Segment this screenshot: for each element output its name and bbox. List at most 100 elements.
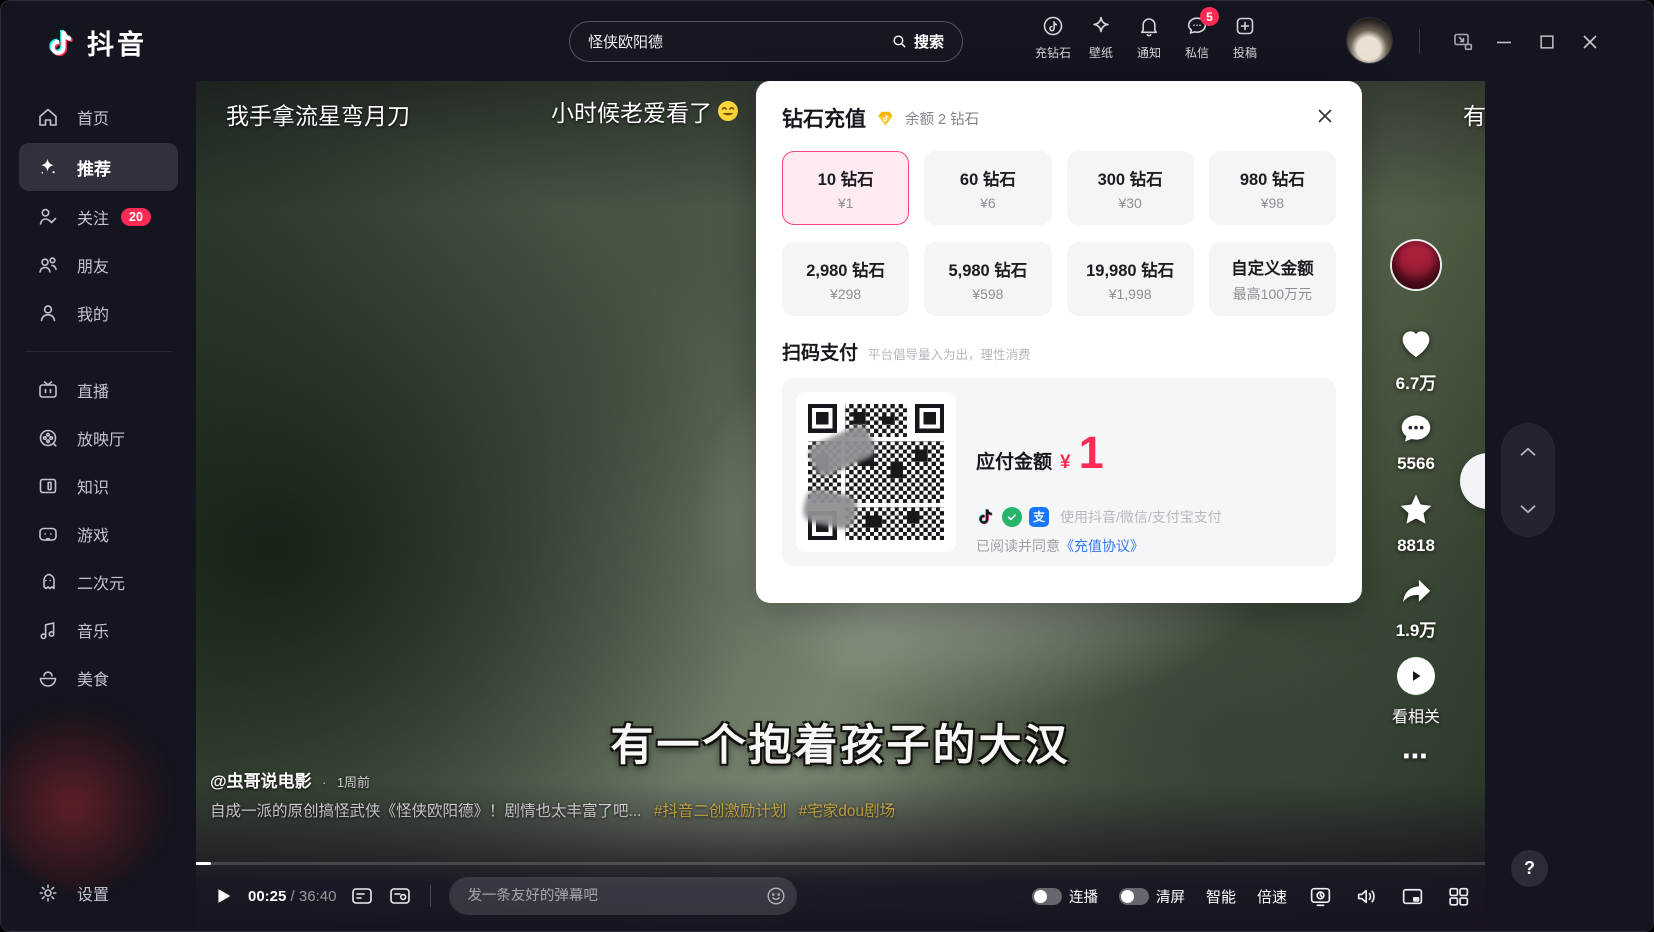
wechat-pay-icon — [1002, 507, 1022, 527]
autoplay-switch[interactable] — [1032, 888, 1062, 905]
close-modal-button[interactable] — [1312, 103, 1338, 129]
search-button[interactable]: 搜索 — [883, 22, 962, 61]
creator-avatar[interactable] — [1392, 241, 1440, 289]
diamond-recharge-modal: 钻石充值 余额 2 钻石 10 钻石 ¥1 60 钻石 ¥6 300 钻石 ¥3… — [756, 81, 1362, 603]
sidebar-item-profile[interactable]: 我的 — [1, 289, 196, 337]
logo-text: 抖音 — [87, 23, 147, 62]
sidebar-item-recommend[interactable]: 推荐 — [19, 143, 178, 191]
option-60-diamonds[interactable]: 60 钻石 ¥6 — [924, 151, 1051, 225]
douyin-logo[interactable]: 抖音 — [45, 23, 147, 62]
playback-speed-button[interactable]: 倍速 — [1257, 886, 1287, 907]
option-10-diamonds[interactable]: 10 钻石 ¥1 — [782, 151, 909, 225]
clear-screen-toggle[interactable]: 清屏 — [1119, 886, 1185, 907]
watch-related-button[interactable] — [1397, 657, 1435, 695]
like-button[interactable] — [1395, 323, 1437, 363]
plus-square-icon — [1233, 14, 1257, 38]
mini-window-button[interactable] — [1448, 27, 1478, 57]
timer-icon[interactable] — [1308, 884, 1333, 909]
wallpaper-button[interactable]: 壁纸 — [1077, 14, 1125, 61]
messages-button[interactable]: 私信 5 — [1173, 14, 1221, 61]
sidebar-item-games[interactable]: 游戏 — [1, 510, 196, 558]
danmaku-input-box[interactable] — [449, 877, 797, 915]
search-bar[interactable]: 搜索 — [569, 21, 963, 62]
video-subtitle: 有一个抱着孩子的大汉 — [196, 711, 1485, 773]
previous-video-button[interactable] — [1515, 439, 1541, 465]
scan-pay-title: 扫码支付 — [782, 338, 858, 365]
recharge-options: 10 钻石 ¥1 60 钻石 ¥6 300 钻石 ¥30 980 钻石 ¥98 … — [782, 151, 1336, 316]
danmaku-toggle-icon[interactable] — [350, 884, 374, 908]
user-icon — [35, 300, 61, 326]
recharge-agreement-link[interactable]: 《充值协议》 — [1060, 538, 1144, 554]
video-scroller — [1501, 423, 1555, 537]
option-300-diamonds[interactable]: 300 钻石 ¥30 — [1067, 151, 1194, 225]
help-button[interactable]: ? — [1511, 850, 1548, 887]
share-icon — [1395, 572, 1437, 610]
sidebar-item-live[interactable]: 直播 — [1, 366, 196, 414]
maximize-button[interactable] — [1532, 27, 1562, 57]
comment-button[interactable] — [1396, 410, 1436, 448]
option-custom-amount[interactable]: 自定义金额 最高100万元 — [1209, 242, 1336, 316]
notifications-button[interactable]: 通知 — [1125, 14, 1173, 61]
recharge-diamonds-button[interactable]: 充钻石 — [1029, 14, 1077, 61]
more-button[interactable]: ⋯ — [1402, 741, 1430, 772]
option-2980-diamonds[interactable]: 2,980 钻石 ¥298 — [782, 242, 909, 316]
payment-methods-text: 使用抖音/微信/支付宝支付 — [1060, 507, 1222, 527]
sidebar-item-food[interactable]: 美食 — [1, 654, 196, 702]
user-check-icon — [35, 204, 61, 230]
volume-icon[interactable] — [1354, 884, 1379, 909]
option-980-diamonds[interactable]: 980 钻石 ¥98 — [1209, 151, 1336, 225]
play-pause-button[interactable] — [212, 885, 234, 907]
scan-pay-notice: 平台倡导量入为出，理性消费 — [868, 344, 1031, 363]
next-video-button[interactable] — [1515, 496, 1541, 522]
emoji-icon[interactable] — [765, 885, 787, 907]
ghost-icon — [35, 569, 61, 595]
progress-bar[interactable] — [196, 862, 1485, 865]
sidebar-item-following[interactable]: 关注 20 — [1, 193, 196, 241]
gear-icon — [35, 880, 61, 906]
sidebar-item-home[interactable]: 首页 — [1, 93, 196, 141]
minimize-button[interactable] — [1489, 27, 1519, 57]
danmaku-comment: 有 — [1463, 97, 1485, 131]
upload-button[interactable]: 投稿 — [1221, 14, 1269, 61]
alipay-icon: 支 — [1029, 507, 1049, 527]
payment-panel: 应付金额 ¥ 1 支 使用抖音/微信/支付宝支付 — [782, 378, 1336, 566]
favorite-count: 8818 — [1397, 536, 1435, 556]
sidebar-item-anime[interactable]: 二次元 — [1, 558, 196, 606]
fullscreen-grid-icon[interactable] — [1446, 884, 1471, 909]
share-count: 1.9万 — [1396, 616, 1437, 641]
douyin-window: 我手拿流星弯月刀 小时候老爱看了 有 有一个抱着孩子的大汉 @虫哥说电影 · 1… — [0, 0, 1654, 932]
engagement-rail: 6.7万 5566 8818 1.9万 — [1378, 241, 1454, 772]
sidebar-decoration — [1, 701, 171, 891]
search-input[interactable] — [570, 33, 883, 50]
douyin-coin-icon — [1041, 14, 1065, 38]
scan-pay-header: 扫码支付 平台倡导量入为出，理性消费 — [782, 338, 1336, 365]
close-icon — [1315, 106, 1335, 126]
controls-divider — [430, 885, 431, 907]
laughing-emoji-icon — [716, 99, 740, 123]
music-note-icon — [35, 617, 61, 643]
search-icon — [891, 33, 908, 50]
favorite-button[interactable] — [1395, 490, 1437, 530]
star-icon — [1395, 490, 1437, 530]
watch-related-label[interactable]: 看相关 — [1392, 703, 1440, 727]
sidebar-item-music[interactable]: 音乐 — [1, 606, 196, 654]
clear-screen-switch[interactable] — [1119, 888, 1149, 905]
like-count: 6.7万 — [1396, 369, 1437, 394]
option-5980-diamonds[interactable]: 5,980 钻石 ¥598 — [924, 242, 1051, 316]
autoplay-label: 连播 — [1069, 886, 1098, 907]
share-button[interactable] — [1395, 572, 1437, 610]
modal-title: 钻石充值 — [782, 103, 866, 133]
danmaku-input[interactable] — [453, 888, 765, 904]
sidebar-item-settings[interactable]: 设置 — [1, 869, 196, 917]
smart-mode-button[interactable]: 智能 — [1206, 886, 1236, 907]
option-19980-diamonds[interactable]: 19,980 钻石 ¥1,998 — [1067, 242, 1194, 316]
close-window-button[interactable] — [1575, 27, 1605, 57]
amount-due-value: 1 — [1079, 434, 1104, 472]
sidebar-item-knowledge[interactable]: 知识 — [1, 462, 196, 510]
autoplay-toggle[interactable]: 连播 — [1032, 886, 1098, 907]
pip-icon[interactable] — [1400, 884, 1425, 909]
user-avatar[interactable] — [1347, 18, 1392, 63]
sidebar-item-friends[interactable]: 朋友 — [1, 241, 196, 289]
danmaku-settings-icon[interactable] — [388, 884, 412, 908]
sidebar-item-cinema[interactable]: 放映厅 — [1, 414, 196, 462]
